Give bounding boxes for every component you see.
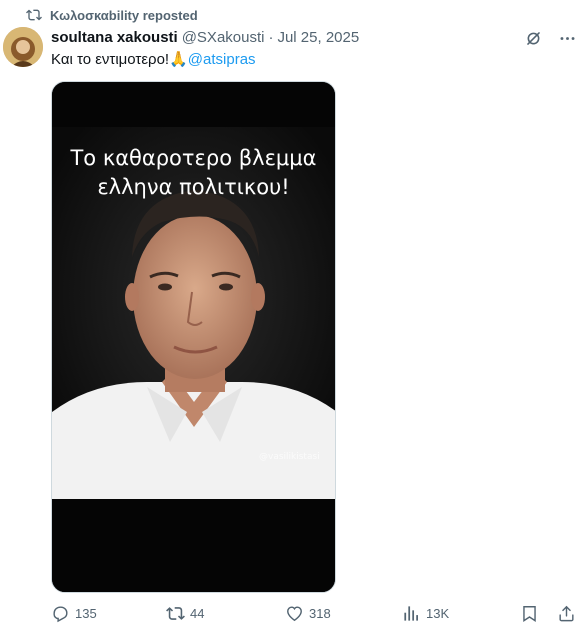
avatar[interactable] [3,27,43,67]
share-button[interactable] [557,604,576,623]
praying-hands-emoji: 🙏 [169,51,188,68]
repost-button[interactable]: 44 [166,604,204,623]
media-watermark: @vasilikistasi [259,452,320,462]
tweet-actions: 135 44 318 13K [51,604,584,626]
grok-button[interactable] [516,28,550,48]
tweet-text-body: Και το εντιμοτερο! [51,51,170,68]
reply-count: 135 [75,606,97,621]
tweet-date[interactable]: Jul 25, 2025 [277,29,359,46]
repost-label: Κωλοσκαbility reposted [50,7,198,23]
separator: · [268,28,274,46]
grok-icon [526,31,540,45]
reply-icon [53,606,68,623]
author-handle[interactable]: @SXakousti [182,29,265,46]
views-button[interactable]: 13K [402,604,449,623]
author-name[interactable]: soultana xakousti [51,29,178,46]
like-count: 318 [309,606,331,621]
media-caption: Το καθαροτερο βλεμμα ελληνα πολιτικου! [52,144,335,202]
more-options-button[interactable] [550,28,584,48]
media-caption-line-2: ελληνα πολιτικου! [97,175,290,199]
views-chart-icon [404,606,418,621]
like-button[interactable]: 318 [285,604,331,623]
views-count: 13K [426,606,450,621]
repost-icon [166,607,185,620]
tweet-header: soultana xakousti @SXakousti · Jul 25, 2… [51,28,359,46]
share-icon [559,605,574,622]
bookmark-icon [523,606,536,622]
tweet-top-actions [516,28,584,48]
repost-icon [26,9,42,21]
mention-link[interactable]: @atsipras [188,51,256,68]
bookmark-button[interactable] [520,604,539,623]
repost-indicator[interactable]: Κωλοσκαbility reposted [26,6,198,24]
heart-icon [287,606,302,622]
reply-button[interactable]: 135 [51,604,97,623]
more-icon [560,36,574,40]
tweet-media[interactable]: Το καθαροτερο βλεμμα ελληνα πολιτικου! @… [51,81,336,593]
media-caption-line-1: Το καθαροτερο βλεμμα [70,146,317,170]
repost-count: 44 [190,606,205,621]
tweet-text: Και το εντιμοτερο!🙏@atsipras [51,50,256,70]
